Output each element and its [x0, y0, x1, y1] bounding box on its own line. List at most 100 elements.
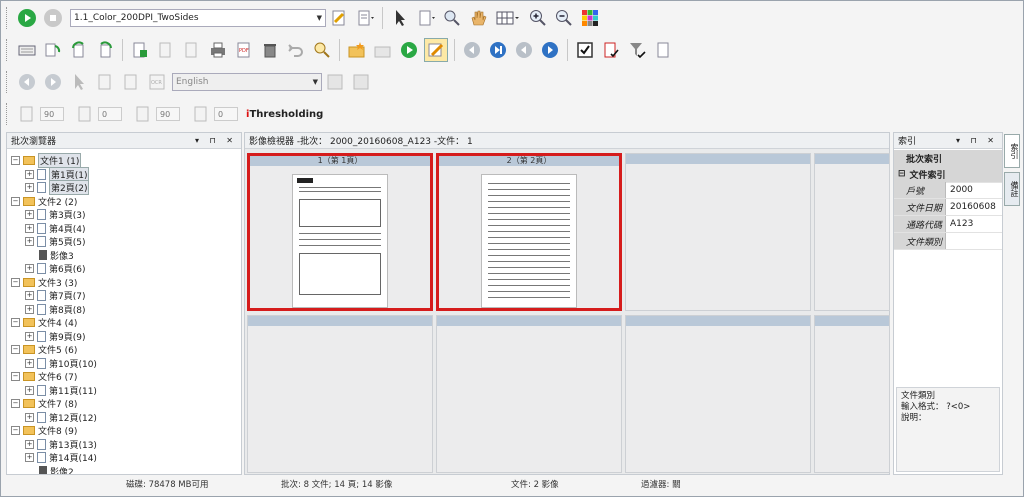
pdf-export-icon[interactable]: PDF	[233, 39, 255, 61]
tree-page-node[interactable]: + 第8頁(8)	[25, 303, 85, 316]
collapse-toggle-icon[interactable]: −	[11, 318, 20, 327]
expand-toggle-icon[interactable]: +	[25, 169, 34, 179]
pointer-icon[interactable]	[389, 7, 411, 29]
tree-page-node[interactable]: + 第9頁(9)	[25, 330, 85, 343]
thumbnail-empty[interactable]	[247, 315, 433, 473]
tab-index[interactable]: 索引	[1004, 134, 1020, 168]
expand-toggle-icon[interactable]: +	[25, 210, 34, 219]
expand-toggle-icon[interactable]: +	[25, 264, 34, 273]
expand-toggle-icon[interactable]: +	[25, 439, 34, 449]
expand-toggle-icon[interactable]: +	[25, 385, 34, 395]
profile-select[interactable]: 1.1_Color_200DPI_TwoSides ▼	[70, 9, 326, 27]
tree-document-node[interactable]: − 文件1 (1)	[11, 153, 82, 168]
field-row[interactable]: 文件日期 20160608	[894, 199, 1002, 216]
tree-document-node[interactable]: − 文件5 (6)	[11, 343, 77, 356]
tree-document-node[interactable]: − 文件8 (9)	[11, 424, 77, 437]
expand-toggle-icon[interactable]: +	[25, 453, 34, 462]
field-value[interactable]: A123	[946, 216, 1002, 232]
next-page-icon[interactable]	[539, 39, 561, 61]
panel-controls[interactable]: ▾ ⊓ ✕	[956, 136, 998, 145]
expand-toggle-icon[interactable]: +	[25, 358, 34, 368]
filter-icon[interactable]	[626, 39, 648, 61]
toolbar-grip[interactable]	[6, 71, 10, 93]
collapse-icon[interactable]: ⊟	[898, 169, 910, 179]
collapse-toggle-icon[interactable]: −	[11, 156, 20, 165]
expand-toggle-icon[interactable]: +	[25, 304, 34, 314]
tree-page-node[interactable]: + 第2頁(2)	[25, 180, 90, 195]
zoom-in-icon[interactable]	[527, 7, 549, 29]
rotate-pages-icon[interactable]	[42, 39, 64, 61]
panel-controls[interactable]: ▾ ⊓ ✕	[195, 136, 237, 145]
thumbnail-empty[interactable]	[436, 315, 622, 473]
hand-pan-icon[interactable]	[467, 7, 489, 29]
tree-page-node[interactable]: + 第14頁(14)	[25, 451, 97, 464]
collapse-toggle-icon[interactable]: −	[11, 399, 20, 408]
expand-toggle-icon[interactable]: +	[25, 291, 34, 300]
field-row[interactable]: 戶號 2000	[894, 182, 1002, 199]
tree-document-node[interactable]: − 文件2 (2)	[11, 195, 77, 208]
expand-toggle-icon[interactable]: +	[25, 331, 34, 341]
ithresholding-button[interactable]: iThresholding	[246, 109, 323, 120]
expand-toggle-icon[interactable]: +	[25, 412, 34, 422]
field-row[interactable]: 文件類別	[894, 233, 1002, 250]
toolbar-grip[interactable]	[6, 39, 10, 61]
tree-page-node[interactable]: + 第3頁(3)	[25, 208, 85, 221]
delete-trash-icon[interactable]	[259, 39, 281, 61]
document-menu-icon[interactable]	[354, 7, 376, 29]
tree-page-node[interactable]: + 第6頁(6)	[25, 262, 85, 275]
green-go-icon[interactable]	[398, 39, 420, 61]
checkbox-icon[interactable]	[574, 39, 596, 61]
edit-pencil-icon[interactable]	[424, 38, 448, 62]
tree-page-node[interactable]: + 第13頁(13)	[25, 438, 97, 451]
collapse-toggle-icon[interactable]: −	[11, 196, 20, 206]
document-check-icon[interactable]	[600, 39, 622, 61]
page-menu-icon[interactable]	[415, 7, 437, 29]
blank-page-icon[interactable]	[652, 39, 674, 61]
thumbnail-empty[interactable]	[814, 153, 890, 311]
thumbnail-empty[interactable]	[625, 153, 811, 311]
thumbnail-empty[interactable]	[625, 315, 811, 473]
expand-toggle-icon[interactable]: +	[25, 223, 34, 233]
tab-notes[interactable]: 備註	[1004, 172, 1020, 206]
profile-settings-icon[interactable]	[328, 7, 350, 29]
printer-icon[interactable]	[207, 39, 229, 61]
collapse-toggle-icon[interactable]: −	[11, 277, 20, 287]
tree-page-node[interactable]: + 第4頁(4)	[25, 222, 85, 235]
batch-index-category[interactable]: 批次索引	[894, 150, 1002, 167]
zoom-out-icon[interactable]	[553, 7, 575, 29]
zoom-region-icon[interactable]	[441, 7, 463, 29]
tree-document-node[interactable]: − 文件6 (7)	[11, 370, 77, 383]
thumbnail-page-1[interactable]: 1（第 1頁）	[247, 153, 433, 311]
document-view-icon[interactable]	[129, 39, 151, 61]
stop-scan-icon[interactable]	[42, 7, 64, 29]
tree-page-node[interactable]: + 第7頁(7)	[25, 289, 85, 302]
collapse-toggle-icon[interactable]: −	[11, 372, 20, 381]
tree-document-node[interactable]: − 文件7 (8)	[11, 397, 77, 410]
tree-page-node[interactable]: + 第1頁(1)	[25, 166, 90, 182]
field-value[interactable]	[946, 233, 1002, 249]
color-palette-icon[interactable]	[579, 7, 601, 29]
toolbar-grip[interactable]	[6, 7, 10, 29]
collapse-toggle-icon[interactable]: −	[11, 426, 20, 435]
toolbar-grip[interactable]	[6, 103, 10, 125]
rotate-left-icon[interactable]	[94, 39, 116, 61]
tree-image-node[interactable]: 影像2	[39, 465, 74, 474]
search-icon[interactable]	[311, 39, 333, 61]
tree-page-node[interactable]: + 第5頁(5)	[25, 235, 85, 248]
field-row[interactable]: 通路代碼 A123	[894, 216, 1002, 233]
collapse-toggle-icon[interactable]: −	[11, 345, 20, 354]
tree-page-node[interactable]: + 第12頁(12)	[25, 411, 97, 424]
folder-star-icon[interactable]	[346, 39, 368, 61]
thumbnail-empty[interactable]	[814, 315, 890, 473]
tree-page-node[interactable]: + 第10頁(10)	[25, 357, 97, 370]
expand-toggle-icon[interactable]: +	[25, 237, 34, 246]
thumbnail-page-2[interactable]: 2（第 2頁）	[436, 153, 622, 311]
tree-image-node[interactable]: 影像3	[39, 249, 74, 262]
field-value[interactable]: 2000	[946, 182, 1002, 198]
rotate-right-icon[interactable]	[68, 39, 90, 61]
expand-toggle-icon[interactable]: +	[25, 183, 34, 192]
keyboard-icon[interactable]	[16, 39, 38, 61]
tree-document-node[interactable]: − 文件3 (3)	[11, 276, 77, 289]
grid-layout-icon[interactable]	[493, 7, 523, 29]
tree-page-node[interactable]: + 第11頁(11)	[25, 384, 97, 397]
